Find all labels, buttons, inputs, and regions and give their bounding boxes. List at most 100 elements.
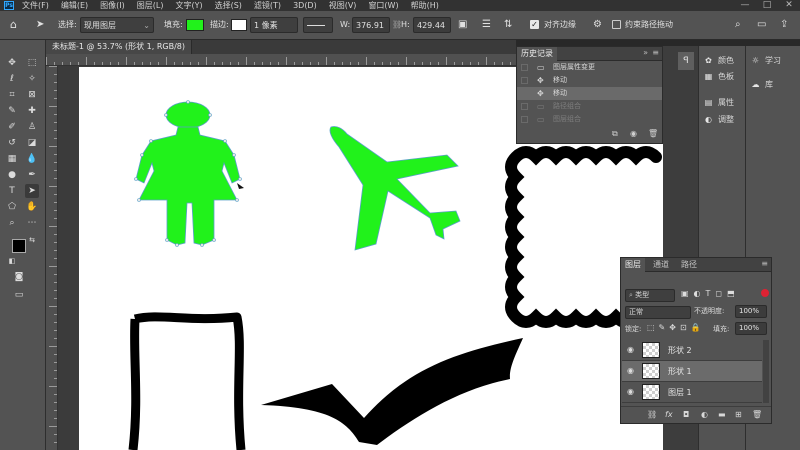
frame-tool-icon[interactable]: ⊠ [25,88,39,102]
gradient-tool-icon[interactable]: ▦ [5,152,19,166]
filter-toggle-icon[interactable] [761,289,769,297]
trash-icon[interactable]: 🗑 [648,129,658,138]
path-alignment-icon[interactable]: ☰ [482,17,491,33]
constrain-path-checkbox[interactable] [612,20,621,29]
checkmark-shape[interactable] [261,338,523,445]
wavy-frame-shape[interactable] [128,312,246,450]
layers-scrollbar[interactable] [763,340,769,403]
panel-menu-icon[interactable]: ≡ [761,259,768,268]
menu-type[interactable]: 文字(Y) [175,0,202,11]
brush-tool-icon[interactable]: ✐ [5,120,19,134]
eye-icon[interactable]: ◉ [627,346,636,354]
woman-shape[interactable] [135,101,241,246]
menu-layer[interactable]: 图层(L) [137,0,164,11]
menu-select[interactable]: 选择(S) [215,0,242,11]
side-item-adjustments[interactable]: ◐ 调整 [703,113,734,127]
history-row[interactable]: ✥ 移动 [517,74,662,87]
menu-window[interactable]: 窗口(W) [368,0,398,11]
new-layer-icon[interactable]: ⊞ [735,410,742,419]
brush-settings-icon[interactable]: ꟼ [678,52,694,70]
history-checkbox[interactable] [521,64,528,71]
lasso-tool-icon[interactable]: ℓ [5,72,19,86]
type-tool-icon[interactable]: T [5,184,19,198]
side-item-properties[interactable]: ▤ 属性 [703,96,734,110]
link-icon[interactable]: ⛓ [647,410,657,419]
history-row[interactable]: ▭ 图层属性变更 [517,61,662,74]
stamp-tool-icon[interactable]: ♙ [25,120,39,134]
layer-kind-filter[interactable]: ⌕ 类型 [625,289,675,302]
stroke-color-swatch[interactable] [231,19,247,31]
layer-row[interactable]: ◉ 形状 2 [622,340,762,361]
eye-icon[interactable]: ◉ [627,388,636,396]
path-select-tool-icon[interactable]: ➤ [36,17,44,33]
menu-edit[interactable]: 编辑(E) [61,0,88,11]
default-colors-icon[interactable]: ◧ [5,254,19,268]
menu-image[interactable]: 图像(I) [100,0,125,11]
more-tools-icon[interactable]: ⋯ [25,216,39,230]
select-dropdown[interactable]: 现用图层 ⌄ [80,17,154,33]
opacity-input[interactable]: 100% [735,305,767,318]
airplane-shape[interactable] [329,126,461,251]
history-checkbox[interactable] [521,103,528,110]
menu-help[interactable]: 帮助(H) [411,0,439,11]
menu-view[interactable]: 视图(V) [329,0,357,11]
home-icon[interactable]: ⌂ [10,17,17,33]
path-select-tool-icon[interactable]: ➤ [25,184,39,198]
quick-mask-icon[interactable]: ◙ [12,270,26,284]
group-icon[interactable]: ▬ [718,410,726,419]
hand-tool-icon[interactable]: ✋ [25,200,39,214]
fx-icon[interactable]: fx [665,410,673,419]
maximize-button[interactable]: □ [757,0,777,11]
menu-file[interactable]: 文件(F) [22,0,49,11]
minimize-button[interactable]: — [735,0,755,11]
zoom-tool-icon[interactable]: ⌕ [5,216,19,230]
width-input[interactable]: 376.91 [352,17,390,33]
pen-tool-icon[interactable]: ✒ [25,168,39,182]
adjustment-icon[interactable]: ◐ [701,410,708,419]
crop-tool-icon[interactable]: ⌗ [5,88,19,102]
search-icon[interactable]: ⌕ [735,17,741,33]
screen-mode-icon[interactable]: ▭ [12,288,26,302]
layer-row-selected[interactable]: ◉ 形状 1 [622,361,762,382]
tab-layers[interactable]: 图层 [621,258,645,272]
stroke-width-dropdown[interactable]: 1 像素 [250,17,298,33]
align-edges-checkbox[interactable]: ✓ [530,20,539,29]
layer-row[interactable]: ◉ 图层 1 [622,382,762,403]
foreground-color-swatch[interactable] [12,239,26,253]
side-item-learn[interactable]: ☼ 学习 [750,54,781,68]
menu-3d[interactable]: 3D(D) [293,1,317,10]
history-row-selected[interactable]: ✥ 移动 [517,87,662,100]
document-tab[interactable]: 未标题-1 @ 53.7% (形状 1, RGB/8) * × [46,40,192,65]
history-row[interactable]: ▭ 图层组合 [517,113,662,126]
new-document-from-state-icon[interactable]: ⧉ [612,129,618,139]
tab-paths[interactable]: 路径 [677,258,701,272]
fill-input[interactable]: 100% [735,322,767,335]
panel-menu-icon[interactable]: ≡ [652,48,659,57]
side-item-color[interactable]: ✿ 颜色 [703,54,734,68]
history-checkbox[interactable] [521,77,528,84]
gear-icon[interactable]: ⚙ [593,17,602,33]
lock-icons[interactable]: ⬚✎✥⊡🔒 [647,323,705,332]
blur-tool-icon[interactable]: 💧 [25,152,39,166]
blend-mode-dropdown[interactable]: 正常 [625,306,691,319]
side-item-swatches[interactable]: ▦ 色板 [703,70,734,84]
history-checkbox[interactable] [521,116,528,123]
history-checkbox[interactable] [521,90,528,97]
tab-channels[interactable]: 通道 [649,258,673,272]
shape-tool-icon[interactable]: ⬠ [5,200,19,214]
move-tool-icon[interactable]: ✥ [5,56,19,70]
snapshot-camera-icon[interactable]: ◉ [630,129,637,138]
height-input[interactable]: 429.44 [413,17,451,33]
eyedropper-tool-icon[interactable]: ✎ [5,104,19,118]
trash-icon[interactable]: 🗑 [752,410,762,419]
close-window-button[interactable]: ✕ [779,0,799,11]
workspace-icon[interactable]: ▭ [757,17,766,33]
magic-wand-tool-icon[interactable]: ✧ [25,72,39,86]
history-row[interactable]: ▭ 路径组合 [517,100,662,113]
stroke-style-dropdown[interactable] [303,17,333,33]
path-arrangement-icon[interactable]: ⇅ [504,17,512,33]
share-icon[interactable]: ⇪ [780,17,788,33]
history-panel-title[interactable]: 历史记录 [517,47,557,61]
eye-icon[interactable]: ◉ [627,367,636,375]
layer-filter-icons[interactable]: ▣◐T◻⬒ [681,289,740,298]
